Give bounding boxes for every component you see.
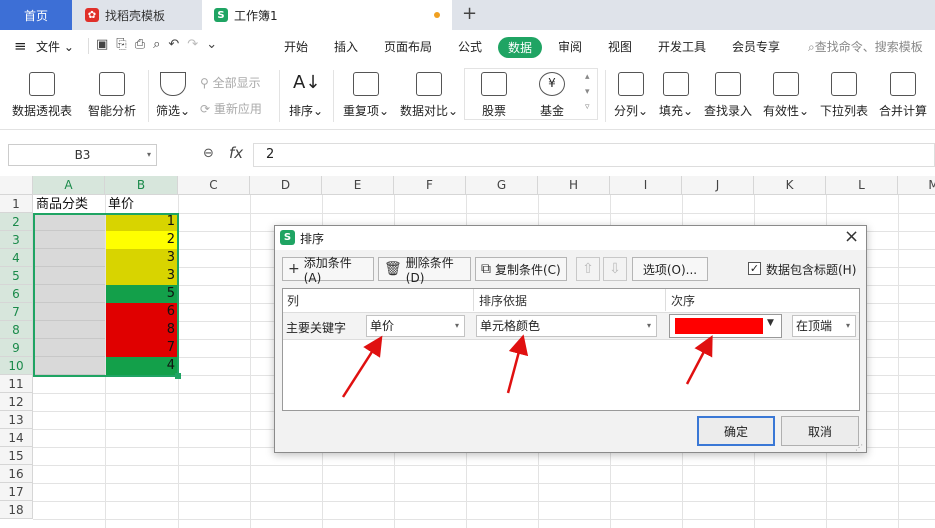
arrow-to-basis xyxy=(506,334,529,394)
annotation-arrows xyxy=(341,334,713,398)
arrow-to-key xyxy=(341,335,383,398)
arrow-to-order xyxy=(685,335,713,385)
